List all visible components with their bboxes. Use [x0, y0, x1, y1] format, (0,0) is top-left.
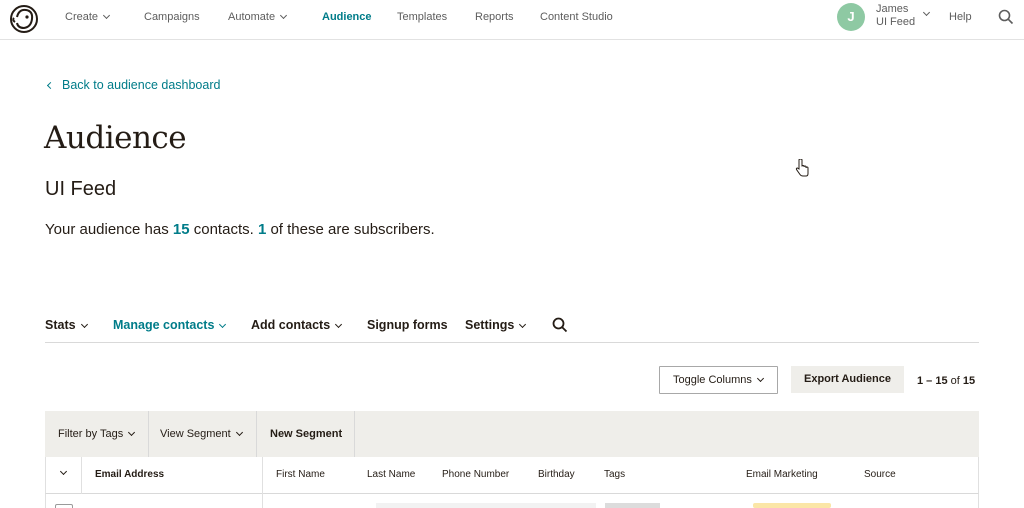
search-icon[interactable] [552, 317, 568, 333]
column-phone-number[interactable]: Phone Number [442, 469, 509, 480]
nav-campaigns[interactable]: Campaigns [144, 11, 200, 23]
chevron-down-icon [128, 428, 136, 437]
export-audience-button[interactable]: Export Audience [791, 366, 904, 393]
summary-text: contacts. [189, 221, 258, 238]
range-total: 15 [962, 375, 976, 387]
nav-automate[interactable]: Automate [228, 11, 288, 23]
subnav-signup-forms[interactable]: Signup forms [367, 318, 448, 332]
column-last-name[interactable]: Last Name [367, 469, 415, 480]
contact-count: 15 [172, 221, 190, 238]
column-birthday[interactable]: Birthday [538, 469, 575, 480]
chevron-left-icon [46, 81, 55, 90]
back-to-dashboard-link[interactable]: Back to audience dashboard [46, 78, 221, 92]
account-menu[interactable]: James UI Feed [876, 3, 915, 29]
divider [262, 457, 263, 494]
chevron-down-icon [335, 320, 343, 329]
column-email-address[interactable]: Email Address [95, 469, 164, 480]
divider [256, 411, 257, 457]
chevron-down-icon [80, 320, 88, 329]
column-tags[interactable]: Tags [604, 469, 625, 480]
chevron-down-icon [756, 374, 764, 383]
filter-by-tags-label: Filter by Tags [58, 428, 124, 440]
table-row [45, 494, 979, 508]
column-source[interactable]: Source [864, 469, 896, 480]
filter-bar: Filter by Tags View Segment New Segment [45, 411, 979, 457]
subnav-stats-label: Stats [45, 318, 76, 332]
page-title: Audience [44, 120, 187, 156]
nav-content-studio[interactable]: Content Studio [540, 11, 613, 23]
divider [148, 411, 149, 457]
subnav-add-contacts-label: Add contacts [251, 318, 331, 332]
chevron-down-icon [519, 320, 527, 329]
top-navigation: Create Campaigns Automate Audience Templ… [0, 0, 1024, 40]
pointer-cursor-icon [795, 159, 809, 177]
toggle-columns-label: Toggle Columns [673, 374, 752, 386]
nav-reports[interactable]: Reports [475, 11, 514, 23]
row-checkbox[interactable] [55, 504, 73, 508]
back-link-label: Back to audience dashboard [62, 78, 221, 92]
account-org: UI Feed [876, 16, 916, 28]
nav-templates[interactable]: Templates [397, 11, 447, 23]
audience-name: UI Feed [45, 178, 117, 200]
subnav-manage-contacts-label: Manage contacts [113, 318, 215, 332]
chevron-down-icon [219, 320, 227, 329]
status-badge [753, 503, 831, 508]
freddie-logo-icon[interactable] [8, 3, 40, 35]
tag-pill [605, 503, 660, 508]
column-first-name[interactable]: First Name [276, 469, 325, 480]
search-icon[interactable] [998, 9, 1014, 25]
toggle-columns-button[interactable]: Toggle Columns [659, 366, 778, 394]
subnav-stats[interactable]: Stats [45, 318, 88, 332]
filter-by-tags-dropdown[interactable]: Filter by Tags [58, 411, 136, 457]
audience-summary: Your audience has 15 contacts. 1 of thes… [45, 221, 435, 238]
audience-subnav: Stats Manage contacts Add contacts Signu… [45, 316, 979, 343]
new-segment-button[interactable]: New Segment [270, 411, 342, 457]
help-link[interactable]: Help [949, 11, 972, 23]
pagination-range: 1 – 15 of 15 [917, 375, 975, 387]
nav-automate-label: Automate [228, 11, 276, 23]
nav-audience[interactable]: Audience [322, 11, 372, 23]
avatar[interactable]: J [837, 3, 865, 31]
column-email-marketing[interactable]: Email Marketing [746, 469, 818, 480]
chevron-down-icon [102, 11, 111, 20]
subnav-settings-label: Settings [465, 318, 515, 332]
view-segment-dropdown[interactable]: View Segment [160, 411, 243, 457]
subnav-settings[interactable]: Settings [465, 318, 527, 332]
divider [262, 494, 263, 508]
chevron-down-icon [235, 428, 243, 437]
select-all-chevron-icon[interactable] [59, 467, 68, 476]
divider [354, 411, 355, 457]
row-cell-placeholder [376, 503, 596, 508]
nav-create[interactable]: Create [65, 11, 111, 23]
nav-create-label: Create [65, 11, 99, 23]
subnav-add-contacts[interactable]: Add contacts [251, 318, 343, 332]
contacts-table-header: Email Address First Name Last Name Phone… [45, 457, 979, 494]
summary-text: Your audience has [45, 221, 173, 238]
chevron-down-icon [280, 11, 288, 20]
view-segment-label: View Segment [160, 428, 231, 440]
chevron-down-icon[interactable] [922, 8, 931, 17]
subnav-manage-contacts[interactable]: Manage contacts [113, 318, 227, 332]
range-value: 1 – 15 [917, 375, 948, 387]
summary-text: of these are subscribers. [266, 221, 435, 238]
divider [81, 457, 82, 494]
account-name: James [876, 3, 909, 15]
range-of: of [947, 375, 963, 387]
